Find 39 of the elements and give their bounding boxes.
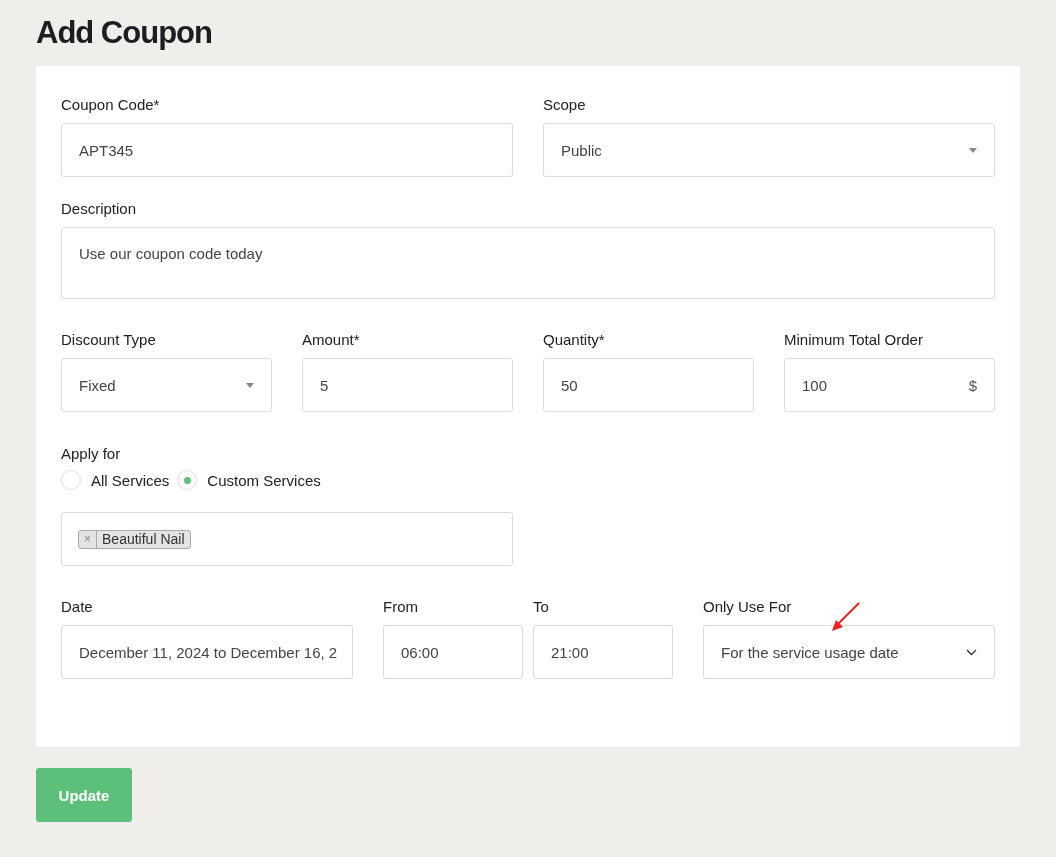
page-title: Add Coupon (36, 14, 213, 52)
currency-suffix: $ (968, 376, 977, 394)
field-label: Minimum Total Order (784, 331, 924, 349)
select-field[interactable]: Fixed (61, 358, 272, 412)
input-field[interactable]: 5 (302, 358, 513, 412)
input-value: 100 (802, 376, 828, 394)
radio-label: Custom Services (207, 471, 321, 489)
field-label: Scope (543, 96, 587, 114)
input-field[interactable]: 21:00 (533, 625, 673, 679)
radio-label: All Services (91, 471, 170, 489)
chevron-down-icon (966, 648, 977, 656)
input-field[interactable]: 06:00 (383, 625, 523, 679)
input-field[interactable]: December 11, 2024 to December 16, 2 (61, 625, 353, 679)
input-field[interactable]: 50 (543, 358, 754, 412)
input-field[interactable]: APT345 (61, 123, 513, 177)
select-value: Fixed (79, 376, 116, 394)
field-label: Amount* (302, 331, 361, 349)
input-field[interactable]: 100 $ (784, 358, 995, 412)
field-label: To (533, 598, 550, 616)
select-field[interactable]: For the service usage date (703, 625, 995, 679)
field-label: Discount Type (61, 331, 157, 349)
caret-icon (246, 382, 254, 388)
field-label: Only Use For (703, 598, 793, 616)
select-field[interactable]: Public (543, 123, 995, 177)
field-label: From (383, 598, 419, 616)
select-value: Public (561, 141, 602, 159)
tag-label: Beautiful Nail (101, 530, 186, 548)
radio-option[interactable]: Custom Services (177, 470, 321, 490)
annotation-arrow (830, 602, 860, 632)
field-label: Apply for (61, 445, 122, 463)
field-label: Description (61, 200, 138, 218)
radio-option[interactable]: All Services (61, 470, 170, 490)
field-label: Quantity* (543, 331, 606, 349)
textarea-field[interactable]: Use our coupon code today (61, 227, 995, 299)
select-value: For the service usage date (721, 643, 899, 661)
caret-icon (969, 147, 977, 153)
field-label: Date (61, 598, 94, 616)
multiselect-field[interactable]: × Beautiful Nail (61, 512, 513, 566)
field-label: Coupon Code* (61, 96, 161, 114)
